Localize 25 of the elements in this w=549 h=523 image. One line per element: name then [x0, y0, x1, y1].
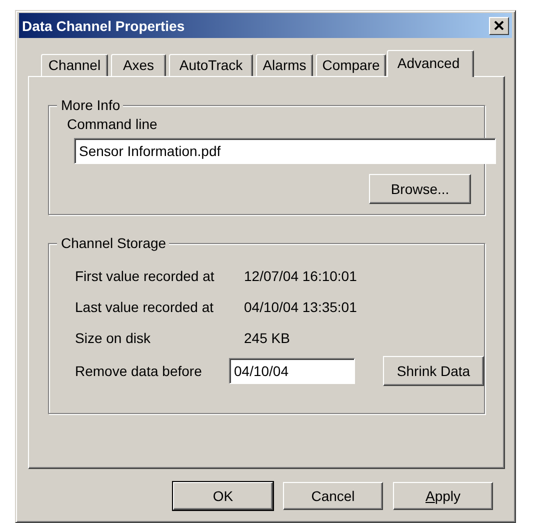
dialog-button[interactable]: Cancel	[283, 482, 383, 510]
field-label: Last value recorded at	[75, 298, 215, 314]
dialog-button[interactable]: OK	[173, 482, 273, 510]
field-value: 245 KB	[244, 330, 290, 346]
date-field[interactable]: 04/10/04	[229, 358, 355, 384]
command-line-field[interactable]: Sensor Information.pdf	[74, 138, 496, 164]
field-label: Remove data before	[75, 363, 203, 379]
browse-button[interactable]: Browse...	[369, 174, 471, 204]
shrink-data-button[interactable]: Shrink Data	[383, 356, 484, 386]
field-label: Command line	[67, 116, 158, 132]
close-icon	[494, 21, 504, 30]
tab[interactable]: Axes	[111, 54, 166, 76]
tab[interactable]: Compare	[316, 54, 386, 76]
field-label: First value recorded at	[75, 268, 216, 284]
tab[interactable]: AutoTrack	[169, 54, 253, 76]
tab[interactable]: Channel	[41, 54, 108, 76]
tab[interactable]: Advanced	[387, 50, 474, 77]
field-value: 12/07/04 16:10:01	[244, 268, 357, 284]
window-title: Data Channel Properties	[22, 18, 185, 34]
group-title: Channel Storage	[57, 235, 170, 252]
close-button[interactable]	[489, 16, 509, 34]
tab[interactable]: Alarms	[256, 54, 313, 76]
dialog-button[interactable]: Apply	[393, 482, 493, 510]
field-value: 04/10/04 13:35:01	[244, 298, 357, 314]
field-label: Size on disk	[75, 330, 152, 346]
